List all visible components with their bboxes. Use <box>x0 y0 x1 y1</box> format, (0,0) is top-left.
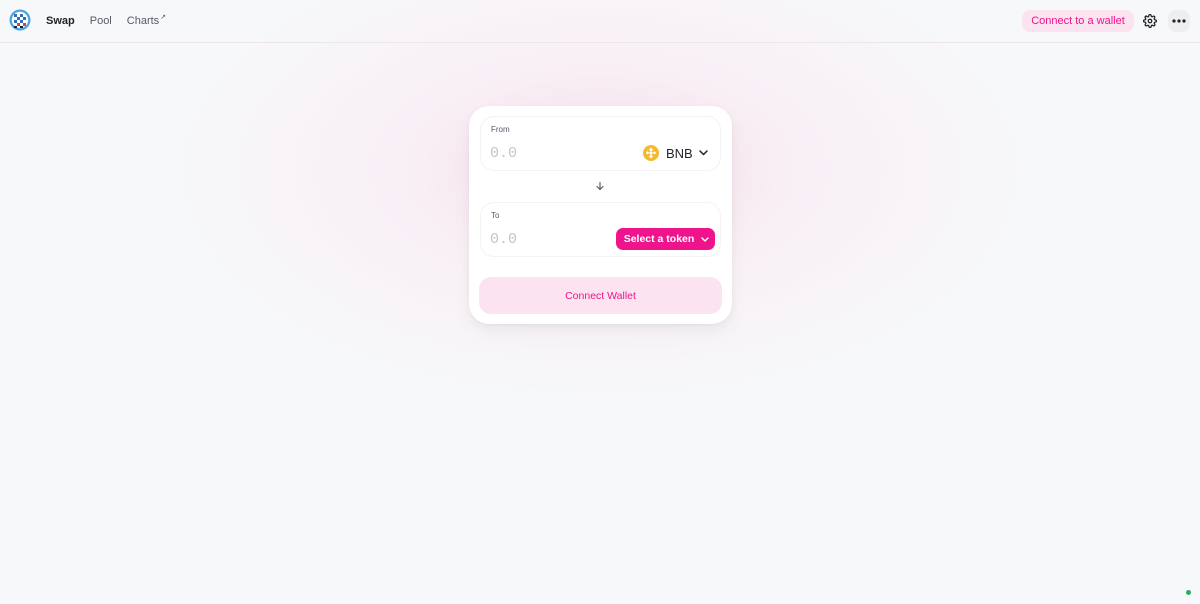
select-token-button[interactable]: Select a token <box>616 228 715 250</box>
settings-button[interactable] <box>1139 10 1161 32</box>
nav-pool[interactable]: Pool <box>90 14 112 28</box>
more-dots-icon <box>1172 19 1186 23</box>
chevron-down-icon <box>698 150 708 156</box>
from-token-symbol: BNB <box>666 145 693 161</box>
switch-direction-arrow-icon[interactable] <box>595 181 605 191</box>
top-bar: Swap Pool Charts ↗ Connect to a wallet <box>0 0 1200 43</box>
gear-icon <box>1143 14 1157 28</box>
select-token-label: Select a token <box>623 233 695 245</box>
connect-wallet-button[interactable]: Connect Wallet <box>479 277 722 314</box>
app-logo-icon[interactable] <box>9 9 31 31</box>
more-menu-button[interactable] <box>1168 10 1190 32</box>
from-amount-input[interactable] <box>490 145 600 162</box>
main-nav: Swap Pool Charts ↗ <box>46 14 181 28</box>
from-label: From <box>491 125 510 134</box>
to-label: To <box>491 211 500 220</box>
external-link-icon: ↗ <box>160 14 167 21</box>
app-page: Swap Pool Charts ↗ Connect to a wallet F <box>0 0 1200 604</box>
nav-swap[interactable]: Swap <box>46 14 75 28</box>
to-panel: To Select a token <box>480 202 721 257</box>
connect-to-wallet-button[interactable]: Connect to a wallet <box>1022 10 1134 32</box>
swap-card: From BNB <box>469 106 732 324</box>
to-amount-input[interactable] <box>490 231 600 248</box>
nav-charts-label: Charts <box>126 15 160 27</box>
network-status-indicator <box>1186 590 1191 595</box>
nav-charts[interactable]: Charts ↗ <box>127 14 166 28</box>
from-panel: From BNB <box>480 116 721 171</box>
from-token-selector[interactable]: BNB <box>643 143 708 163</box>
bnb-token-icon <box>643 145 659 161</box>
chevron-down-icon <box>701 236 710 242</box>
